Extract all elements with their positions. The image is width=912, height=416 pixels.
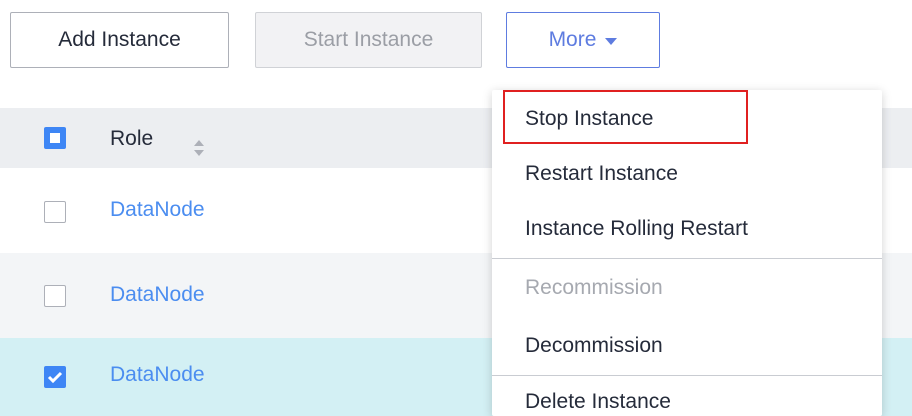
menu-item-restart-instance[interactable]: Restart Instance xyxy=(492,145,882,203)
more-dropdown-button[interactable]: More xyxy=(506,12,660,68)
more-label: More xyxy=(548,28,597,51)
menu-item-stop-instance[interactable]: Stop Instance xyxy=(492,90,882,148)
menu-item-delete-instance[interactable]: Delete Instance xyxy=(492,376,882,416)
add-instance-label: Add Instance xyxy=(58,28,181,51)
menu-item-label: Decommission xyxy=(525,334,663,357)
role-column-header[interactable]: Role xyxy=(110,127,153,151)
menu-item-label: Instance Rolling Restart xyxy=(525,217,748,240)
role-link[interactable]: DataNode xyxy=(110,363,205,387)
add-instance-button[interactable]: Add Instance xyxy=(10,12,229,68)
menu-item-rolling-restart[interactable]: Instance Rolling Restart xyxy=(492,200,882,258)
menu-item-label: Delete Instance xyxy=(525,390,671,413)
select-all-checkbox[interactable] xyxy=(44,127,66,149)
row-checkbox[interactable] xyxy=(44,201,66,223)
more-dropdown-menu: Stop Instance Restart Instance Instance … xyxy=(492,90,882,416)
start-instance-label: Start Instance xyxy=(303,28,434,51)
sort-icon[interactable] xyxy=(193,139,205,157)
row-checkbox[interactable] xyxy=(44,366,66,388)
menu-item-label: Recommission xyxy=(525,276,663,299)
menu-item-decommission[interactable]: Decommission xyxy=(492,317,882,375)
checkmark-icon xyxy=(47,371,63,384)
role-link[interactable]: DataNode xyxy=(110,283,205,307)
menu-item-label: Stop Instance xyxy=(525,107,654,130)
start-instance-button[interactable]: Start Instance xyxy=(255,12,482,68)
menu-item-recommission: Recommission xyxy=(492,259,882,317)
row-checkbox[interactable] xyxy=(44,285,66,307)
role-link[interactable]: DataNode xyxy=(110,198,205,222)
menu-item-label: Restart Instance xyxy=(525,162,678,185)
caret-down-icon xyxy=(605,38,618,45)
